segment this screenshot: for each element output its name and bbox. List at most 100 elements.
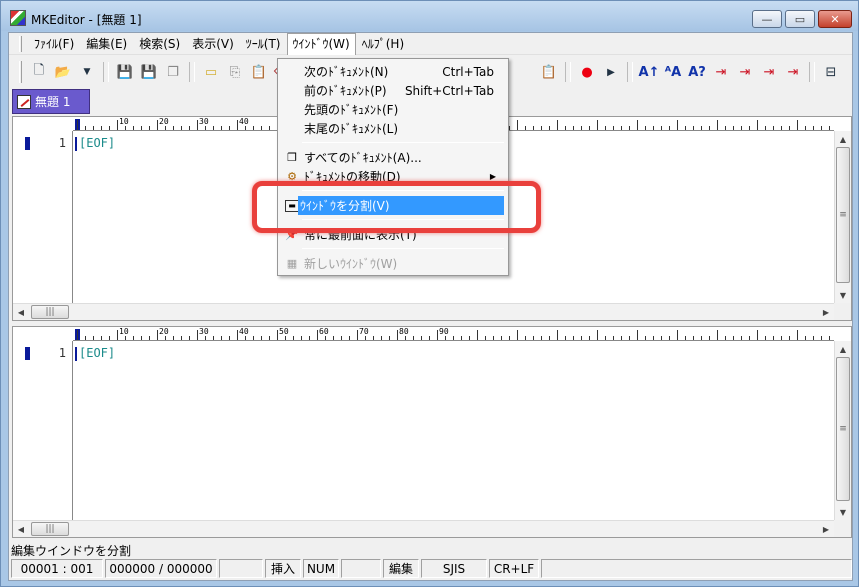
minimize-button[interactable]: — bbox=[752, 10, 782, 28]
font-a-icon[interactable]: ᴬA bbox=[662, 61, 684, 83]
editor-pane-bottom[interactable]: 10 20 30 40 50 60 70 80 90 1 [EOF] ▲ ≡ ▼ ◀ ||| ▶ bbox=[12, 326, 852, 538]
menu-item-all-documents[interactable]: ❐ すべてのﾄﾞｷｭﾒﾝﾄ(A)... bbox=[280, 148, 506, 167]
menu-separator bbox=[302, 142, 504, 143]
ruler-number: 80 bbox=[399, 327, 409, 336]
indent-3-icon[interactable]: ⇥ bbox=[758, 61, 780, 83]
vertical-scrollbar[interactable]: ▲ ≡ ▼ bbox=[834, 341, 851, 520]
ruler-tick bbox=[805, 126, 806, 130]
menu-bar: ﾌｧｲﾙ(F) 編集(E) 検索(S) 表示(V) ﾂｰﾙ(T) ｳｲﾝﾄﾞｳ(… bbox=[9, 32, 852, 55]
clipboard-icon[interactable]: 📋 bbox=[538, 61, 560, 83]
ruler-tick bbox=[133, 126, 134, 130]
line-gutter: 1 bbox=[13, 131, 73, 303]
ruler-tick bbox=[429, 336, 430, 340]
ruler-tick bbox=[389, 336, 390, 340]
ruler-tick bbox=[269, 336, 270, 340]
indent-4-icon[interactable]: ⇥ bbox=[782, 61, 804, 83]
ruler-tick bbox=[469, 336, 470, 340]
ruler-tick bbox=[269, 126, 270, 130]
ruler-tick bbox=[589, 126, 590, 130]
ruler-tick bbox=[629, 126, 630, 130]
font-a-up-icon[interactable]: A↑ bbox=[638, 61, 660, 83]
menu-item-prev-document[interactable]: 前のﾄﾞｷｭﾒﾝﾄ(P) Shift+Ctrl+Tab bbox=[280, 81, 506, 100]
ruler-tick bbox=[709, 126, 710, 130]
ruler-number: 10 bbox=[119, 117, 129, 126]
paste-icon[interactable]: 📋 bbox=[248, 61, 270, 83]
indent-2-icon[interactable]: ⇥ bbox=[734, 61, 756, 83]
maximize-button[interactable]: ▭ bbox=[785, 10, 815, 28]
ruler-tick bbox=[661, 336, 662, 340]
open-folder-icon[interactable]: 📂 bbox=[52, 61, 74, 83]
title-bar[interactable]: MKEditor - [無題 1] — ▭ ✕ bbox=[1, 1, 858, 31]
menu-view[interactable]: 表示(V) bbox=[186, 33, 240, 54]
close-button[interactable]: ✕ bbox=[818, 10, 852, 28]
app-icon[interactable] bbox=[10, 10, 26, 26]
ruler-tick bbox=[725, 126, 726, 130]
ruler-tick bbox=[773, 336, 774, 340]
ruler-tick bbox=[517, 330, 518, 340]
status-cursor-position: 00001 : 001 bbox=[11, 559, 103, 578]
scroll-right-icon[interactable]: ▶ bbox=[818, 521, 834, 537]
ruler-tick bbox=[541, 336, 542, 340]
scroll-down-icon[interactable]: ▼ bbox=[835, 287, 851, 303]
scroll-down-icon[interactable]: ▼ bbox=[835, 504, 851, 520]
scroll-up-icon[interactable]: ▲ bbox=[835, 341, 851, 357]
ruler-tick bbox=[605, 336, 606, 340]
split-window-icon[interactable]: ⊟ bbox=[820, 61, 842, 83]
menu-window[interactable]: ｳｲﾝﾄﾞｳ(W) bbox=[286, 32, 356, 55]
ruler-tick bbox=[101, 126, 102, 130]
new-file-icon[interactable]: 🗋 bbox=[28, 61, 50, 83]
menu-tools[interactable]: ﾂｰﾙ(T) bbox=[240, 33, 287, 54]
vertical-scrollbar[interactable]: ▲ ≡ ▼ bbox=[834, 131, 851, 303]
dropdown-arrow-icon[interactable]: ▼ bbox=[76, 61, 98, 83]
tab-untitled-1[interactable]: 無題 1 bbox=[12, 89, 90, 114]
scroll-left-icon[interactable]: ◀ bbox=[13, 304, 29, 320]
ruler-tick bbox=[285, 336, 286, 340]
horizontal-scroll-thumb[interactable]: ||| bbox=[31, 522, 69, 536]
menu-file[interactable]: ﾌｧｲﾙ(F) bbox=[28, 33, 80, 54]
font-a-q-icon[interactable]: A? bbox=[686, 61, 708, 83]
copy-icon[interactable]: ⎘ bbox=[224, 61, 246, 83]
ruler-number: 40 bbox=[239, 327, 249, 336]
folder-icon[interactable]: ▭ bbox=[200, 61, 222, 83]
menu-search[interactable]: 検索(S) bbox=[133, 33, 186, 54]
ruler-tick bbox=[717, 330, 718, 340]
ruler-tick bbox=[357, 330, 358, 340]
scroll-up-icon[interactable]: ▲ bbox=[835, 131, 851, 147]
ruler-tick bbox=[253, 126, 254, 130]
menu-item-last-document[interactable]: 末尾のﾄﾞｷｭﾒﾝﾄ(L) bbox=[280, 119, 506, 138]
line-number: 1 bbox=[58, 346, 66, 360]
record-macro-icon[interactable]: ● bbox=[576, 61, 598, 83]
menu-item-first-document[interactable]: 先頭のﾄﾞｷｭﾒﾝﾄ(F) bbox=[280, 100, 506, 119]
ruler-tick bbox=[789, 336, 790, 340]
ruler-tick bbox=[597, 120, 598, 130]
save-icon[interactable]: 💾 bbox=[138, 61, 160, 83]
ruler-tick bbox=[141, 336, 142, 340]
ruler-tick bbox=[533, 336, 534, 340]
ruler-tick bbox=[149, 126, 150, 130]
vertical-scroll-thumb[interactable]: ≡ bbox=[836, 357, 850, 501]
vertical-scroll-thumb[interactable]: ≡ bbox=[836, 147, 850, 283]
horizontal-scrollbar[interactable]: ◀ ||| ▶ bbox=[13, 303, 834, 320]
menubar-grip[interactable] bbox=[19, 35, 22, 52]
horizontal-scrollbar[interactable]: ◀ ||| ▶ bbox=[13, 520, 834, 537]
scroll-left-icon[interactable]: ◀ bbox=[13, 521, 29, 537]
ruler-tick bbox=[173, 126, 174, 130]
ruler-tick bbox=[557, 120, 558, 130]
indent-1-icon[interactable]: ⇥ bbox=[710, 61, 732, 83]
toolbar-grip[interactable] bbox=[19, 61, 22, 83]
play-macro-icon[interactable]: ▶ bbox=[600, 61, 622, 83]
horizontal-scroll-thumb[interactable]: ||| bbox=[31, 305, 69, 319]
save-all-icon[interactable]: ❐ bbox=[162, 61, 184, 83]
ruler-tick bbox=[333, 336, 334, 340]
save-disabled-icon[interactable]: 💾 bbox=[114, 61, 136, 83]
status-selection: 000000 / 000000 bbox=[105, 559, 217, 578]
scroll-right-icon[interactable]: ▶ bbox=[818, 304, 834, 320]
menu-item-next-document[interactable]: 次のﾄﾞｷｭﾒﾝﾄ(N) Ctrl+Tab bbox=[280, 62, 506, 81]
menu-help[interactable]: ﾍﾙﾌﾟ(H) bbox=[356, 33, 410, 54]
ruler-tick bbox=[669, 336, 670, 340]
eof-marker: [EOF] bbox=[79, 136, 116, 150]
menu-edit[interactable]: 編集(E) bbox=[80, 33, 133, 54]
status-empty-3 bbox=[541, 559, 852, 578]
ruler-tick bbox=[509, 126, 510, 130]
ruler-tick bbox=[157, 120, 158, 130]
